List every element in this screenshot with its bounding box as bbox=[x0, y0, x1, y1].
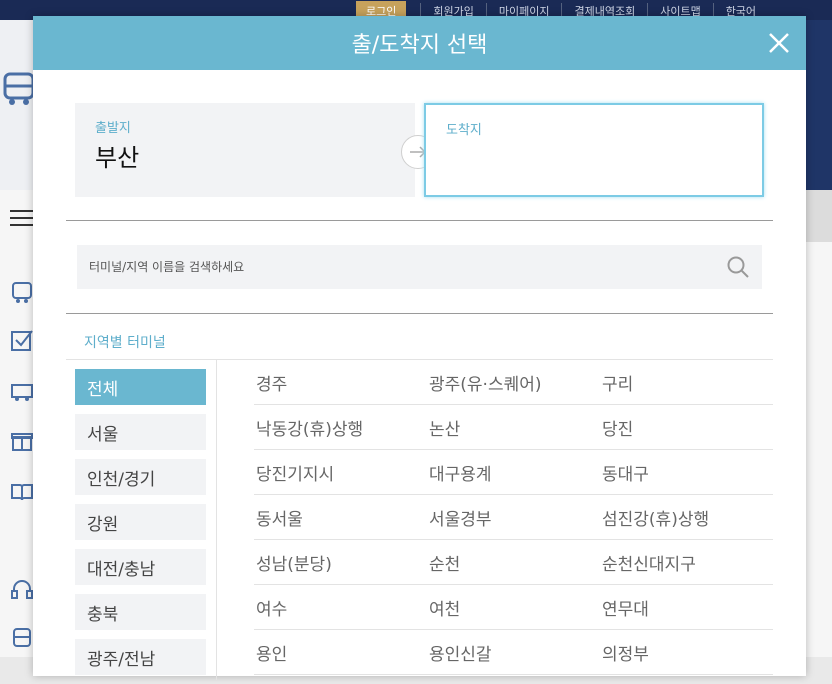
terminal-item[interactable]: 용인신갈 bbox=[427, 640, 600, 665]
bus-front-icon[interactable] bbox=[8, 624, 36, 652]
terminal-item[interactable]: 여수 bbox=[254, 595, 427, 620]
headset-icon[interactable] bbox=[8, 576, 36, 604]
terminal-item[interactable]: 동대구 bbox=[600, 460, 773, 485]
terminal-grid: 경주 광주(유·스퀘어) 구리 낙동강(휴)상행 논산 당진 당진기지시 대구용… bbox=[254, 360, 773, 675]
modal-title: 출/도착지 선택 bbox=[351, 33, 488, 58]
gift-icon[interactable] bbox=[8, 426, 36, 454]
terminal-item[interactable]: 논산 bbox=[427, 415, 600, 440]
region-item-daejeon-chungnam[interactable]: 대전/충남 bbox=[75, 549, 206, 585]
region-item-gangwon[interactable]: 강원 bbox=[75, 504, 206, 540]
table-row: 성남(분당) 순천 순천신대지구 bbox=[254, 540, 773, 585]
section-title: 지역별 터미널 bbox=[84, 335, 166, 351]
terminal-item[interactable]: 동서울 bbox=[254, 505, 427, 530]
terminal-item[interactable]: 성남(분당) bbox=[254, 550, 427, 575]
divider bbox=[66, 220, 773, 221]
table-row: 용인 용인신갈 의정부 bbox=[254, 630, 773, 675]
terminal-item[interactable]: 구리 bbox=[600, 370, 773, 395]
close-button[interactable] bbox=[764, 28, 794, 58]
departure-value: 부산 bbox=[95, 144, 140, 172]
bus-icon[interactable] bbox=[8, 278, 36, 306]
terminal-item[interactable]: 광주(유·스퀘어) bbox=[427, 370, 600, 395]
terminal-item[interactable]: 여천 bbox=[427, 595, 600, 620]
terminal-item[interactable]: 당진기지시 bbox=[254, 460, 427, 485]
arrival-label: 도착지 bbox=[446, 123, 482, 138]
bus-logo-icon bbox=[2, 70, 36, 108]
terminal-item[interactable]: 서울경부 bbox=[427, 505, 600, 530]
terminal-item[interactable]: 대구용계 bbox=[427, 460, 600, 485]
table-row: 동서울 서울경부 섬진강(휴)상행 bbox=[254, 495, 773, 540]
region-item-incheon-gyeonggi[interactable]: 인천/경기 bbox=[75, 459, 206, 495]
divider bbox=[66, 313, 773, 314]
arrival-box[interactable]: 도착지 bbox=[424, 103, 764, 197]
terminal-item[interactable]: 낙동강(휴)상행 bbox=[254, 415, 427, 440]
terminal-select-modal: 출/도착지 선택 출발지 부산 도착지 지역별 터미널 전체 서울 인천/경기 … bbox=[33, 16, 806, 680]
vertical-separator bbox=[216, 360, 217, 680]
table-row: 당진기지시 대구용계 동대구 bbox=[254, 450, 773, 495]
departure-box[interactable]: 출발지 부산 bbox=[75, 103, 415, 197]
table-row: 여수 여천 연무대 bbox=[254, 585, 773, 630]
page-body-right bbox=[806, 190, 832, 242]
close-icon bbox=[769, 33, 789, 53]
terminal-item[interactable]: 의정부 bbox=[600, 640, 773, 665]
search-icon[interactable] bbox=[726, 255, 750, 279]
checkbox-icon[interactable] bbox=[8, 326, 36, 354]
terminal-item[interactable]: 당진 bbox=[600, 415, 773, 440]
terminal-item[interactable]: 섬진강(휴)상행 bbox=[600, 505, 773, 530]
hero-right-panel bbox=[806, 20, 832, 190]
book-icon[interactable] bbox=[8, 478, 36, 506]
terminal-item[interactable]: 순천 bbox=[427, 550, 600, 575]
search-input[interactable] bbox=[77, 245, 717, 289]
departure-label: 출발지 bbox=[95, 121, 131, 136]
menu-icon[interactable] bbox=[8, 204, 36, 232]
region-list: 전체 서울 인천/경기 강원 대전/충남 충북 광주/전남 bbox=[75, 369, 206, 684]
region-item-chungbuk[interactable]: 충북 bbox=[75, 594, 206, 630]
table-row: 경주 광주(유·스퀘어) 구리 bbox=[254, 360, 773, 405]
region-item-seoul[interactable]: 서울 bbox=[75, 414, 206, 450]
modal-header: 출/도착지 선택 bbox=[33, 16, 806, 70]
region-item-all[interactable]: 전체 bbox=[75, 369, 206, 405]
bus-side-icon[interactable] bbox=[8, 378, 36, 406]
table-row: 낙동강(휴)상행 논산 당진 bbox=[254, 405, 773, 450]
terminal-item[interactable]: 순천신대지구 bbox=[600, 550, 773, 575]
search-box bbox=[77, 245, 762, 289]
region-item-gwangju-jeonnam[interactable]: 광주/전남 bbox=[75, 639, 206, 675]
terminal-item[interactable]: 연무대 bbox=[600, 595, 773, 620]
terminal-item[interactable]: 용인 bbox=[254, 640, 427, 665]
terminal-item[interactable]: 경주 bbox=[254, 370, 427, 395]
